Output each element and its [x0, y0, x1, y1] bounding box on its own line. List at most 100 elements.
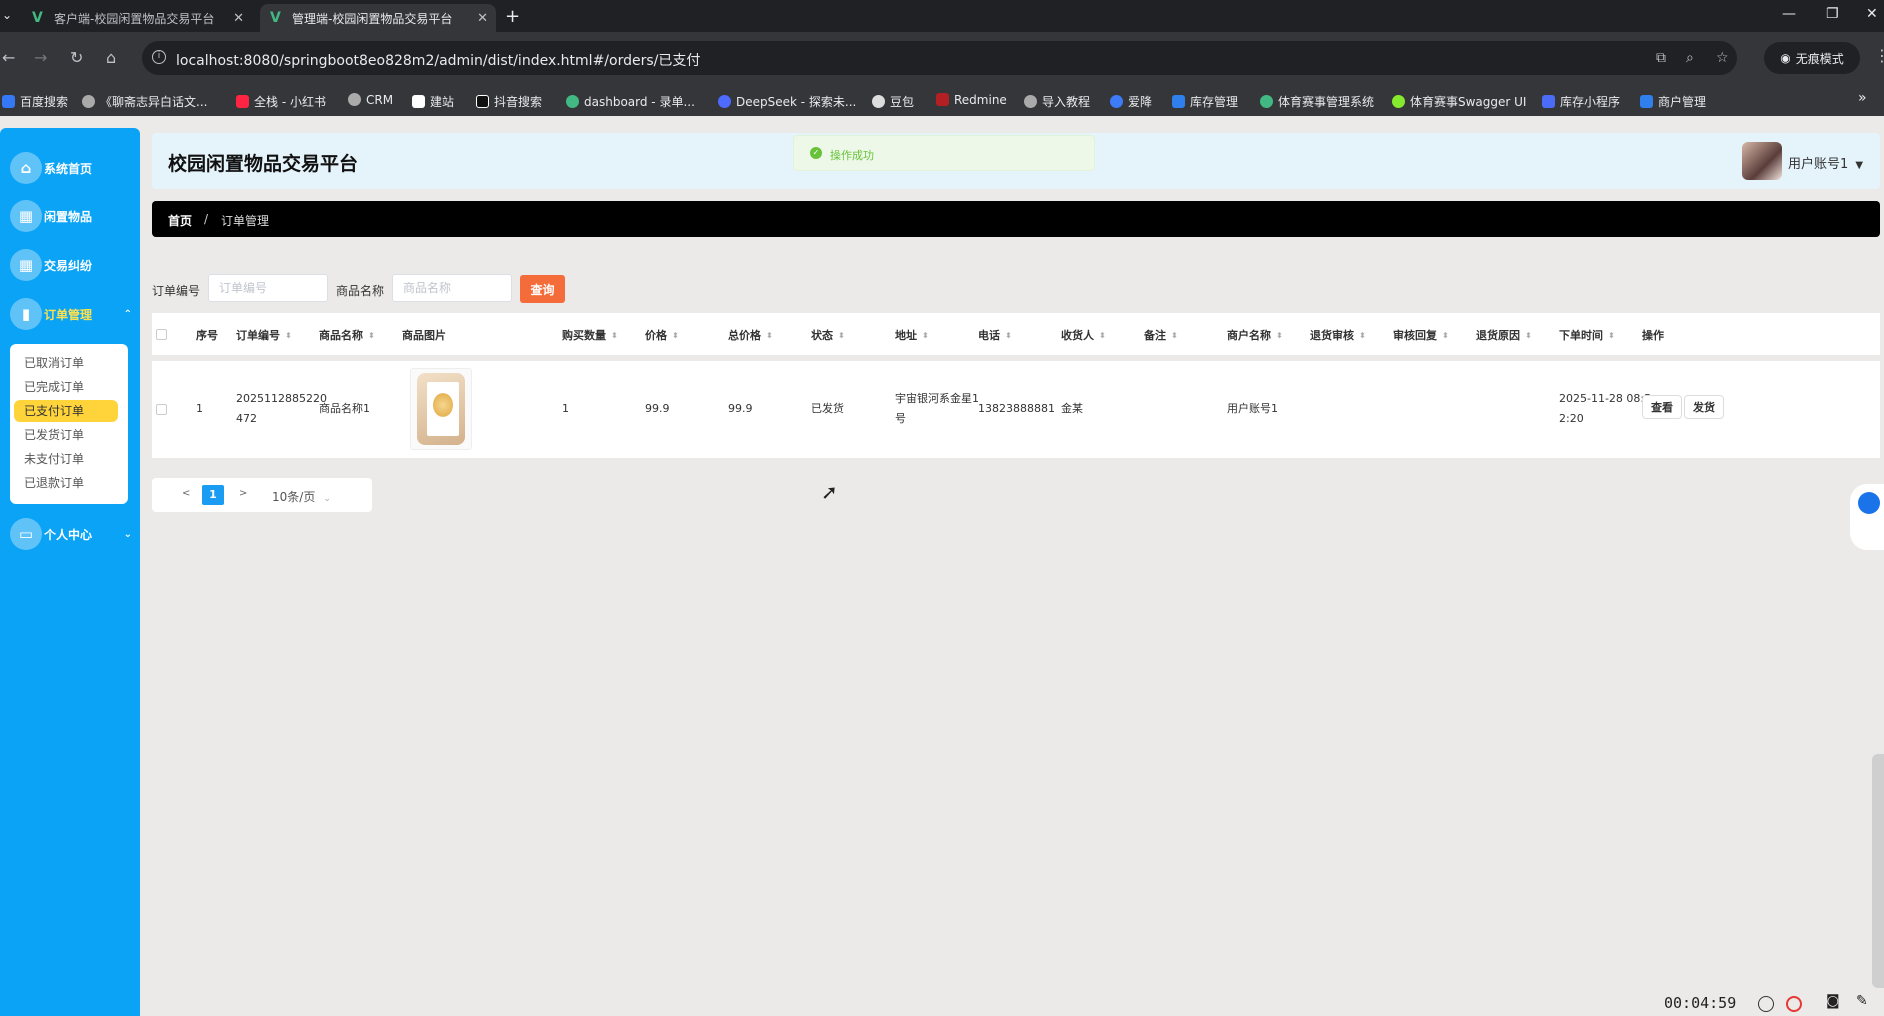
stop-record-icon[interactable]	[1786, 996, 1802, 1012]
order-no-input[interactable]	[208, 274, 328, 302]
query-button[interactable]: 查询	[520, 275, 565, 303]
back-icon[interactable]: ←	[2, 48, 15, 67]
col-header[interactable]: 价格 ⬍	[645, 327, 679, 343]
camera-icon[interactable]: ◙	[1826, 993, 1840, 1009]
bookmark-item[interactable]: 库存小程序	[1542, 93, 1620, 110]
view-button[interactable]: 查看	[1642, 395, 1682, 419]
restore-icon[interactable]: ❐	[1826, 6, 1839, 22]
bookmark-item[interactable]: 抖音搜索	[476, 93, 542, 110]
col-header[interactable]: 收货人 ⬍	[1061, 327, 1106, 343]
close-icon[interactable]: ✕	[477, 11, 488, 26]
bookmark-item[interactable]: 体育赛事管理系统	[1260, 93, 1374, 110]
bookmark-item[interactable]: 商户管理	[1640, 93, 1706, 110]
side-toolbar[interactable]	[1872, 754, 1884, 988]
sidebar-item-orders[interactable]: ▮ 订单管理 ⌃	[10, 296, 132, 332]
col-header[interactable]: 地址 ⬍	[895, 327, 929, 343]
minimize-icon[interactable]: —	[1782, 6, 1796, 22]
bookmark-item[interactable]: 《聊斋志异白话文...	[82, 93, 207, 110]
new-tab-button[interactable]: +	[505, 6, 520, 27]
sort-icon[interactable]: ⬍	[1099, 331, 1106, 340]
translate-icon[interactable]: ⧉	[1656, 50, 1666, 66]
bookmark-item[interactable]: 体育赛事Swagger UI	[1392, 93, 1526, 110]
submenu-completed[interactable]: 已完成订单	[14, 376, 118, 398]
forward-icon[interactable]: →	[34, 48, 47, 67]
zoom-icon[interactable]: ⌕	[1686, 50, 1694, 66]
next-page-button[interactable]: >	[239, 488, 247, 499]
col-header[interactable]: 退货审核 ⬍	[1310, 327, 1366, 343]
sort-icon[interactable]: ⬍	[922, 331, 929, 340]
floating-assistant-widget[interactable]	[1850, 484, 1884, 550]
sort-icon[interactable]: ⬍	[1276, 331, 1283, 340]
window-close-icon[interactable]: ✕	[1866, 6, 1878, 22]
col-header[interactable]: 退货原因 ⬍	[1476, 327, 1532, 343]
bookmark-item[interactable]: dashboard - 录单...	[566, 93, 695, 110]
sort-icon[interactable]: ⬍	[838, 331, 845, 340]
breadcrumb-home[interactable]: 首页	[168, 212, 192, 229]
bookmark-item[interactable]: 建站	[412, 93, 454, 110]
sort-icon[interactable]: ⬍	[285, 331, 292, 340]
sidebar-item-profile[interactable]: ▭ 个人中心 ⌄	[10, 516, 132, 552]
row-checkbox[interactable]	[156, 404, 167, 415]
col-header[interactable]: 状态 ⬍	[811, 327, 845, 343]
browser-tab-client[interactable]: V 客户端-校园闲置物品交易平台 ✕	[22, 4, 252, 32]
pause-icon[interactable]	[1758, 996, 1774, 1012]
submenu-cancelled[interactable]: 已取消订单	[14, 352, 118, 374]
col-header[interactable]: 下单时间 ⬍	[1559, 327, 1615, 343]
prev-page-button[interactable]: <	[182, 488, 190, 499]
sort-icon[interactable]: ⬍	[1442, 331, 1449, 340]
url-input[interactable]: i localhost:8080/springboot8eo828m2/admi…	[142, 41, 1737, 75]
submenu-shipped[interactable]: 已发货订单	[14, 424, 118, 446]
more-bookmarks-icon[interactable]: »	[1858, 90, 1867, 106]
sidebar-item-disputes[interactable]: ▦ 交易纠纷	[10, 247, 92, 283]
col-header[interactable]: 商户名称 ⬍	[1227, 327, 1283, 343]
sort-icon[interactable]: ⬍	[766, 331, 773, 340]
site-info-icon[interactable]: i	[152, 50, 166, 64]
bookmark-item[interactable]: 库存管理	[1172, 93, 1238, 110]
user-menu[interactable]: 用户账号1 ▼	[1788, 153, 1863, 172]
submenu-unpaid[interactable]: 未支付订单	[14, 448, 118, 470]
sidebar-item-idle-goods[interactable]: ▦ 闲置物品	[10, 198, 92, 234]
col-header[interactable]: 电话 ⬍	[978, 327, 1012, 343]
sort-icon[interactable]: ⬍	[1359, 331, 1366, 340]
avatar[interactable]	[1742, 142, 1782, 180]
submenu-refunded[interactable]: 已退款订单	[14, 472, 118, 494]
reload-icon[interactable]: ↻	[70, 48, 83, 67]
sort-icon[interactable]: ⬍	[611, 331, 618, 340]
bookmark-item[interactable]: DeepSeek - 探索未...	[718, 93, 856, 110]
col-header[interactable]: 总价格 ⬍	[728, 327, 773, 343]
col-header[interactable]: 审核回复 ⬍	[1393, 327, 1449, 343]
sort-icon[interactable]: ⬍	[672, 331, 679, 340]
bookmark-item[interactable]: Redmine	[936, 93, 1007, 107]
product-image[interactable]	[410, 368, 472, 450]
page-1-button[interactable]: 1	[202, 485, 224, 505]
home-icon[interactable]: ⌂	[106, 48, 116, 67]
bookmark-item[interactable]: 全栈 - 小红书	[236, 93, 326, 110]
browser-tab-admin[interactable]: V 管理端-校园闲置物品交易平台 ✕	[260, 4, 496, 32]
browser-menu-icon[interactable]: ⋮	[1874, 46, 1884, 65]
sort-icon[interactable]: ⬍	[1608, 331, 1615, 340]
select-all-checkbox[interactable]	[156, 329, 167, 340]
sort-icon[interactable]: ⬍	[368, 331, 375, 340]
bookmark-item[interactable]: 百度搜索	[2, 93, 68, 110]
sort-icon[interactable]: ⬍	[1525, 331, 1532, 340]
pen-icon[interactable]: ✎	[1856, 993, 1868, 1009]
submenu-paid[interactable]: 已支付订单	[14, 400, 118, 422]
incognito-badge[interactable]: ◉ 无痕模式	[1764, 42, 1860, 74]
bookmark-item[interactable]: 豆包	[872, 93, 914, 110]
product-name-input[interactable]	[392, 274, 512, 302]
tab-search-icon[interactable]: ⌄	[2, 8, 12, 22]
bookmark-item[interactable]: CRM	[348, 93, 393, 107]
page-size-select[interactable]: 10条/页 ⌄	[272, 488, 331, 505]
sort-icon[interactable]: ⬍	[1005, 331, 1012, 340]
star-icon[interactable]: ☆	[1716, 50, 1729, 66]
bookmark-item[interactable]: 爱降	[1110, 93, 1152, 110]
col-header[interactable]: 订单编号 ⬍	[236, 327, 292, 343]
close-icon[interactable]: ✕	[233, 11, 244, 26]
sidebar-item-home[interactable]: ⌂ 系统首页	[10, 150, 92, 186]
col-header[interactable]: 商品名称 ⬍	[319, 327, 375, 343]
col-header[interactable]: 备注 ⬍	[1144, 327, 1178, 343]
col-header[interactable]: 购买数量 ⬍	[562, 327, 618, 343]
sort-icon[interactable]: ⬍	[1171, 331, 1178, 340]
ship-button[interactable]: 发货	[1684, 395, 1724, 419]
bookmark-item[interactable]: 导入教程	[1024, 93, 1090, 110]
